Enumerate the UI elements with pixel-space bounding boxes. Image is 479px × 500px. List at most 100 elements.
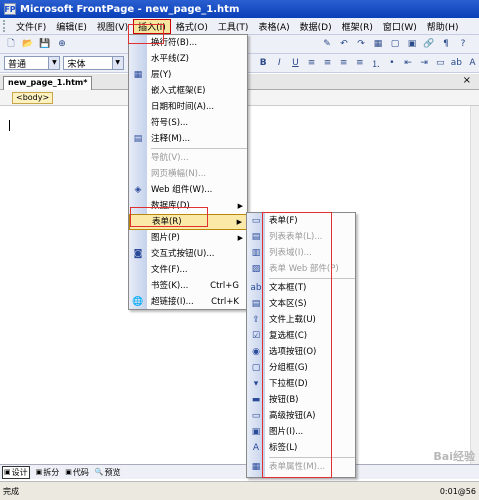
- undo-icon[interactable]: ↶: [337, 38, 351, 51]
- border-icon[interactable]: ▭: [434, 57, 447, 70]
- status-text: 完成: [3, 486, 19, 496]
- shortcut-label: Ctrl+G: [210, 281, 239, 291]
- insert-menu-item-2[interactable]: ▦ 层(Y): [129, 67, 247, 83]
- insert-menu-item-17[interactable]: 🌐 超链接(I)... Ctrl+K: [129, 294, 247, 310]
- justify-icon[interactable]: ≡: [353, 57, 366, 70]
- form-icon: ▭: [251, 216, 261, 226]
- menu-item-label: 网页横幅(N)...: [151, 169, 207, 179]
- style-select[interactable]: 普通 ▼: [4, 56, 61, 70]
- align-center-icon[interactable]: ≡: [321, 57, 334, 70]
- menu-4[interactable]: 格式(O): [171, 19, 213, 34]
- tab-view-0[interactable]: ▣ 设计: [2, 465, 30, 479]
- new-page-icon[interactable]: 🗋: [4, 38, 18, 51]
- layer-icon: ▦: [133, 70, 143, 80]
- interactive-button-icon: ◙: [133, 249, 143, 259]
- bullets-icon[interactable]: •: [385, 57, 398, 70]
- design-view-icon: ▣: [4, 468, 11, 476]
- menu-item-label: 注释(M)...: [151, 134, 191, 144]
- textarea-icon: ▤: [251, 299, 261, 309]
- insert-menu-item-5[interactable]: 符号(S)...: [129, 115, 247, 131]
- menu-bar: 文件(F) 编辑(E) 视图(V) 插入(I) 格式(O) 工具(T) 表格(A) 数据(D)…: [0, 18, 479, 35]
- menu-6[interactable]: 表格(A): [253, 19, 294, 34]
- split-view-icon: ▣: [35, 468, 43, 476]
- advanced-button-icon: ▭: [251, 411, 261, 421]
- show-all-icon[interactable]: ¶: [439, 38, 453, 51]
- menu-5[interactable]: 工具(T): [213, 19, 254, 34]
- tab-view-3[interactable]: 🔍 预览: [95, 467, 121, 478]
- insert-menu-dropdown: 换行符(B)... 水平线(Z) ▦ 层(Y) 嵌入式框架(E) 日期和时间(A)... 符…: [128, 34, 248, 310]
- insert-menu-item-13[interactable]: 图片(P) ▶: [129, 230, 247, 246]
- insert-menu-item-3[interactable]: 嵌入式框架(E): [129, 83, 247, 99]
- highlight-icon[interactable]: ab: [450, 57, 463, 70]
- frontpage-app-icon: FP: [4, 3, 16, 15]
- increase-indent-icon[interactable]: ⇥: [418, 57, 431, 70]
- radio-button-icon: ◉: [252, 347, 260, 357]
- insert-table-icon[interactable]: ▦: [371, 38, 385, 51]
- open-icon[interactable]: 📂: [21, 38, 35, 51]
- insert-layer-icon[interactable]: ▢: [388, 38, 402, 51]
- menu-8[interactable]: 框架(R): [337, 19, 378, 34]
- submenu-arrow-icon: ▶: [237, 202, 243, 210]
- menu-9[interactable]: 窗口(W): [378, 19, 422, 34]
- insert-menu-item-1[interactable]: 水平线(Z): [129, 51, 247, 67]
- list-field-icon: ▥: [251, 248, 261, 258]
- publish-icon[interactable]: ⊕: [55, 38, 69, 51]
- decrease-indent-icon[interactable]: ⇤: [401, 57, 414, 70]
- tab-view-1[interactable]: ▣ 拆分: [36, 467, 60, 478]
- submenu-arrow-icon: ▶: [236, 218, 242, 226]
- menu-item-label: 嵌入式框架(E): [151, 86, 206, 96]
- watermark-logo: Bai经验: [433, 450, 475, 463]
- toolbar-grip[interactable]: [3, 20, 8, 32]
- tab-view-2[interactable]: ▣ 代码: [65, 467, 89, 478]
- form-properties-icon: ▦: [251, 462, 261, 472]
- menu-1[interactable]: 编辑(E): [51, 19, 92, 34]
- underline-button[interactable]: U: [289, 57, 302, 70]
- menu-item-label: 交互式按钮(U)...: [151, 249, 215, 259]
- save-icon[interactable]: 💾: [38, 38, 52, 51]
- menu-item-label: 书签(K)...: [151, 281, 189, 291]
- italic-button[interactable]: I: [273, 57, 286, 70]
- highlight-box-insert: [128, 24, 164, 44]
- view-tab-label: 拆分: [43, 467, 60, 477]
- label-icon: A: [252, 443, 260, 453]
- menu-2[interactable]: 视图(V): [92, 19, 133, 34]
- textbox-icon: ab: [250, 283, 262, 293]
- menu-item-label: 图片(P): [151, 233, 180, 243]
- menu-10[interactable]: 帮助(H): [422, 19, 464, 34]
- bold-button[interactable]: B: [257, 57, 270, 70]
- menu-item-label: 日期和时间(A)...: [151, 102, 215, 112]
- text-caret: [9, 120, 10, 131]
- insert-menu-item-8: 导航(V)...: [129, 150, 247, 166]
- font-select[interactable]: 宋体 ▼: [63, 56, 124, 70]
- menu-0[interactable]: 文件(F): [11, 19, 51, 34]
- menu-item-label: Web 组件(W)...: [151, 185, 213, 195]
- insert-menu-item-14[interactable]: ◙ 交互式按钮(U)...: [129, 246, 247, 262]
- menu-item-label: 水平线(Z): [151, 54, 189, 64]
- tab-new-page[interactable]: new_page_1.htm*: [3, 76, 93, 90]
- insert-menu-item-16[interactable]: 书签(K)... Ctrl+G: [129, 278, 247, 294]
- body-tag[interactable]: <body>: [12, 92, 54, 104]
- font-color-icon[interactable]: A: [466, 57, 479, 70]
- web-component-icon: ◈: [134, 185, 142, 195]
- view-tab-label: 设计: [11, 467, 28, 477]
- insert-menu-item-10[interactable]: ◈ Web 组件(W)...: [129, 182, 247, 198]
- close-icon[interactable]: ×: [463, 75, 471, 86]
- insert-picture-icon[interactable]: ▣: [405, 38, 419, 51]
- group-box-icon: ▢: [251, 363, 261, 373]
- format-painter-icon[interactable]: ✎: [320, 38, 334, 51]
- view-tab-label: 代码: [72, 467, 89, 477]
- insert-menu-item-4[interactable]: 日期和时间(A)...: [129, 99, 247, 115]
- style-value: 普通: [8, 59, 27, 70]
- comment-icon: ▤: [133, 134, 143, 144]
- help-icon[interactable]: ?: [456, 38, 470, 51]
- redo-icon[interactable]: ↷: [354, 38, 368, 51]
- numbering-icon[interactable]: ⒈: [369, 57, 382, 70]
- insert-menu-item-6[interactable]: ▤ 注释(M)...: [129, 131, 247, 147]
- dropdown-icon: ▾: [253, 379, 259, 389]
- align-left-icon[interactable]: ≡: [305, 57, 318, 70]
- hyperlink-toolbar-icon[interactable]: 🔗: [422, 38, 436, 51]
- vertical-scrollbar[interactable]: [470, 106, 479, 464]
- menu-7[interactable]: 数据(D): [295, 19, 337, 34]
- align-right-icon[interactable]: ≡: [337, 57, 350, 70]
- insert-menu-item-15[interactable]: 文件(F)...: [129, 262, 247, 278]
